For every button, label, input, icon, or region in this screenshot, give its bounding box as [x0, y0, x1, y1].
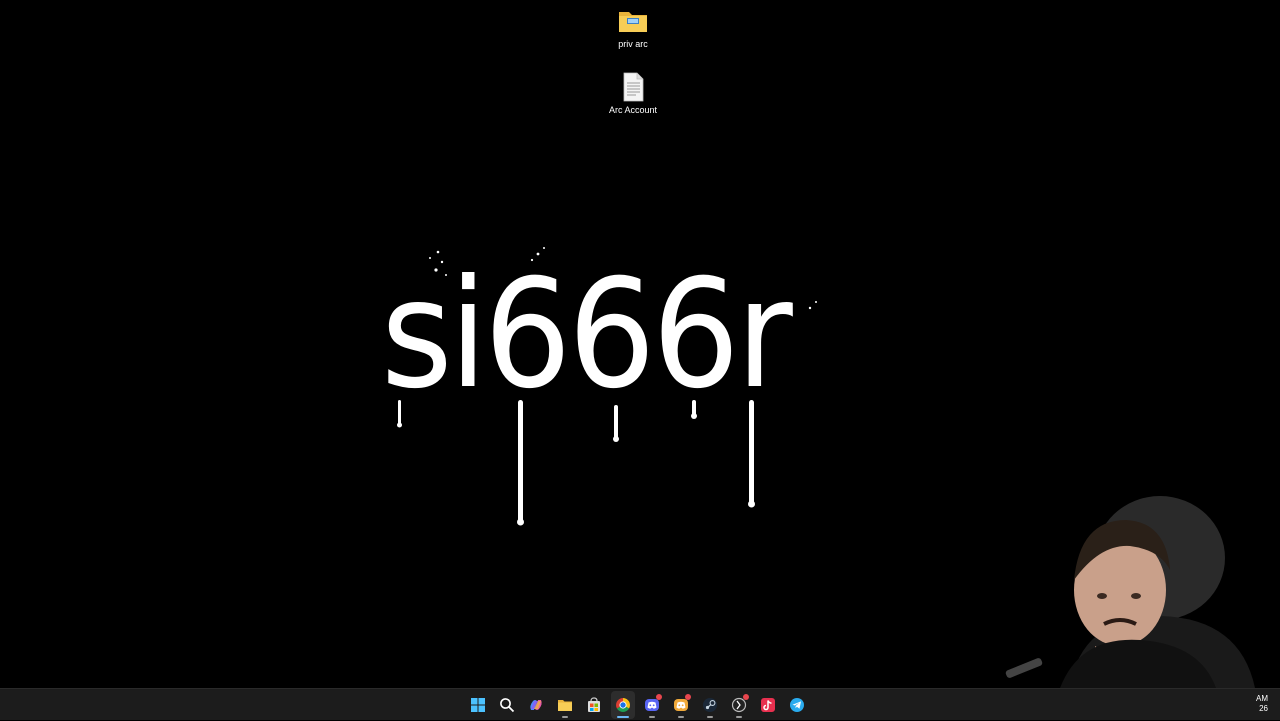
folder-icon — [619, 12, 647, 32]
notification-badge — [743, 694, 749, 700]
steam-icon — [703, 698, 717, 712]
telegram-button[interactable] — [785, 691, 809, 719]
search-button[interactable] — [495, 691, 519, 719]
running-indicator — [617, 716, 629, 718]
steam-button[interactable] — [698, 691, 722, 719]
file-explorer-button[interactable] — [553, 691, 577, 719]
clock-line-2: 26 — [1259, 704, 1268, 713]
running-indicator — [649, 716, 655, 718]
discord-button[interactable] — [640, 691, 664, 719]
copilot-icon — [530, 700, 542, 710]
desktop-icon-arc-account[interactable]: Arc Account — [595, 71, 671, 115]
start-button[interactable] — [466, 691, 490, 719]
desktop-icon-label: priv arc — [618, 39, 648, 49]
chrome-button[interactable] — [611, 691, 635, 719]
taskbar-apps — [466, 689, 809, 721]
folder-icon — [558, 700, 572, 711]
desktop-icon-priv-arc[interactable]: priv arc — [595, 5, 671, 49]
webcam-overlay — [1005, 496, 1255, 688]
tiktok-button[interactable] — [756, 691, 780, 719]
copilot-button[interactable] — [524, 691, 548, 719]
tiktok-icon — [761, 698, 775, 712]
telegram-icon — [790, 698, 804, 712]
notification-badge — [656, 694, 662, 700]
paint-drips — [397, 247, 817, 526]
system-clock[interactable]: AM 26 — [1256, 694, 1268, 714]
notification-badge — [685, 694, 691, 700]
dark-app-button[interactable] — [727, 691, 751, 719]
search-icon — [500, 698, 515, 713]
running-indicator — [707, 716, 713, 718]
windows-start-icon — [471, 698, 485, 712]
desktop-icon-label: Arc Account — [608, 105, 658, 115]
chrome-icon — [616, 698, 630, 712]
desktop: priv arc Arc Account si666r — [0, 0, 1280, 688]
text-file-icon — [623, 72, 644, 102]
wallpaper-graffiti: si666r — [340, 230, 830, 530]
running-indicator — [562, 716, 568, 718]
clock-line-1: AM — [1256, 694, 1268, 703]
store-icon — [588, 697, 600, 712]
store-button[interactable] — [582, 691, 606, 719]
discord-yellow-button[interactable] — [669, 691, 693, 719]
running-indicator — [736, 716, 742, 718]
running-indicator — [678, 716, 684, 718]
taskbar: AM 26 — [0, 688, 1280, 720]
